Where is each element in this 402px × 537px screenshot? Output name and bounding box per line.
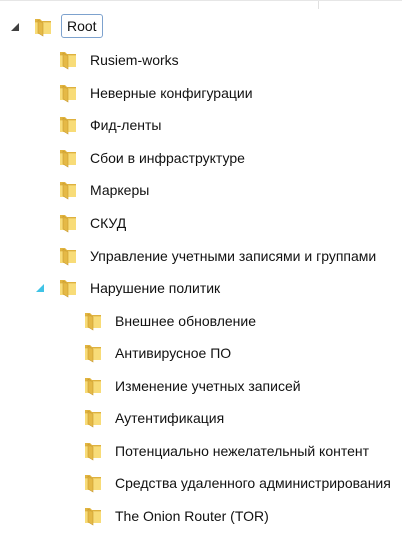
folder-icon xyxy=(57,276,79,298)
tree-node-policy-violations[interactable]: Нарушение политик xyxy=(0,274,400,302)
folder-icon xyxy=(57,81,79,103)
folder-icon xyxy=(32,15,54,37)
tree-node-label: Root xyxy=(61,14,103,38)
tree-node[interactable]: Внешнее обновление xyxy=(0,307,400,335)
tree-node-label: Сбои в инфраструктуре xyxy=(90,150,245,166)
tree-node[interactable]: Фид-ленты xyxy=(0,111,400,139)
folder-icon xyxy=(82,406,104,428)
folder-icon xyxy=(82,341,104,363)
tree-node-label: СКУД xyxy=(90,215,127,231)
tree-node[interactable]: СКУД xyxy=(0,209,400,237)
tree-node-partial xyxy=(0,532,400,537)
folder-icon xyxy=(57,113,79,135)
tree-node-root[interactable]: Root xyxy=(0,13,400,41)
tree-node[interactable]: Средства удаленного администрирования xyxy=(0,469,400,497)
tree-node[interactable]: Антивирусное ПО xyxy=(0,339,400,367)
tree-node[interactable]: The Onion Router (TOR) xyxy=(0,502,400,530)
tree-node-label: Аутентификация xyxy=(115,410,225,426)
tree-node[interactable]: Маркеры xyxy=(0,176,400,204)
tree-node-label: The Onion Router (TOR) xyxy=(115,508,269,524)
expanded-triangle-icon[interactable] xyxy=(35,283,45,293)
folder-tree: Root Rusiem-works Неверные конфигурации … xyxy=(0,0,402,537)
tree-node-label: Антивирусное ПО xyxy=(115,345,232,361)
tree-node[interactable]: Сбои в инфраструктуре xyxy=(0,144,400,172)
tree-node-label: Неверные конфигурации xyxy=(90,85,253,101)
folder-icon xyxy=(57,146,79,168)
tree-node-label: Фид-ленты xyxy=(90,117,162,133)
tree-node-label: Нарушение политик xyxy=(90,280,221,296)
tree-node[interactable]: Изменение учетных записей xyxy=(0,372,400,400)
tree-node[interactable]: Аутентификация xyxy=(0,404,400,432)
tree-node-label: Средства удаленного администрирования xyxy=(115,475,391,491)
tree-node-label: Потенциально нежелательный контент xyxy=(115,443,370,459)
tree-node[interactable]: Неверные конфигурации xyxy=(0,79,400,107)
tree-node[interactable]: Потенциально нежелательный контент xyxy=(0,437,400,465)
folder-icon xyxy=(82,439,104,461)
folder-icon xyxy=(82,504,104,526)
expanded-triangle-icon[interactable] xyxy=(10,22,20,32)
tree-node-label: Rusiem-works xyxy=(90,52,179,68)
tree-node-label: Внешнее обновление xyxy=(115,313,257,329)
tree-node[interactable]: Управление учетными записями и группами xyxy=(0,242,400,270)
folder-icon xyxy=(57,48,79,70)
folder-icon xyxy=(82,374,104,396)
tree-node[interactable]: Rusiem-works xyxy=(0,46,400,74)
folder-icon xyxy=(57,244,79,266)
tree-node-label: Изменение учетных записей xyxy=(115,378,301,394)
folder-icon xyxy=(82,309,104,331)
column-divider xyxy=(318,1,319,9)
folder-icon xyxy=(57,211,79,233)
tree-node-label: Маркеры xyxy=(90,182,150,198)
folder-icon xyxy=(82,471,104,493)
tree-node-label: Управление учетными записями и группами xyxy=(90,248,377,264)
folder-icon xyxy=(57,178,79,200)
